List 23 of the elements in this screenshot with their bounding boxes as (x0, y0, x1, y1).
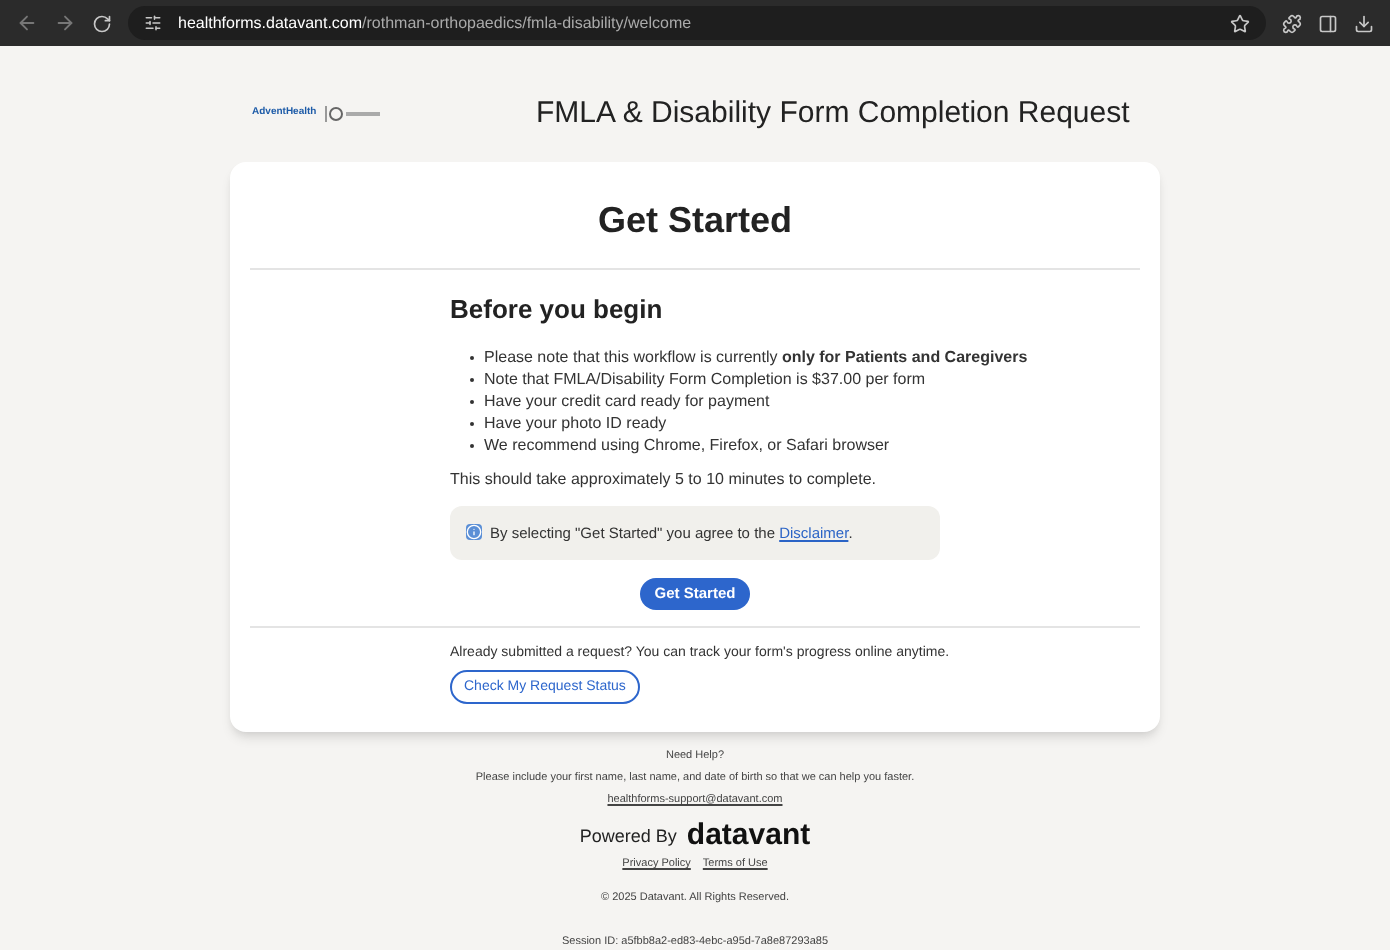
forward-icon[interactable] (54, 12, 76, 34)
partner-logo-icon (324, 106, 385, 123)
bullet-text: Please note that this workflow is currently only for Patients and Caregivers (484, 345, 1028, 368)
powered-by-text: Powered By (579, 823, 677, 850)
site-settings-icon[interactable] (144, 14, 162, 32)
bullet-text: Have your credit card ready for payment (484, 389, 770, 412)
bullet-text: We recommend using Chrome, Firefox, or Safari browser (484, 433, 890, 456)
brand-logo: datavant (686, 820, 811, 853)
download-icon[interactable] (1354, 13, 1374, 33)
info-icon (466, 524, 482, 541)
url-text: healthforms.datavant.com/rothman-orthopaedics/fmla-disability/welcome (178, 11, 694, 35)
extensions-icon[interactable] (1282, 13, 1302, 33)
card-title: Get Started (595, 198, 795, 245)
page-title: FMLA & Disability Form Completion Request (536, 93, 1130, 134)
back-icon[interactable] (16, 12, 38, 34)
address-bar[interactable]: healthforms.datavant.com/rothman-orthopaedics/fmla-disability/welcome (128, 6, 1266, 40)
bookmark-icon[interactable] (1230, 13, 1250, 33)
duration-text: This should take approximately 5 to 10 minutes to complete. (450, 467, 878, 492)
bullet-text: Note that FMLA/Disability Form Completion is $37.00 per form (484, 367, 926, 390)
section-title: Before you begin (450, 292, 665, 329)
bullet-text: Have your photo ID ready (484, 411, 667, 434)
reload-icon[interactable] (92, 13, 112, 33)
side-panel-icon[interactable] (1318, 13, 1338, 33)
